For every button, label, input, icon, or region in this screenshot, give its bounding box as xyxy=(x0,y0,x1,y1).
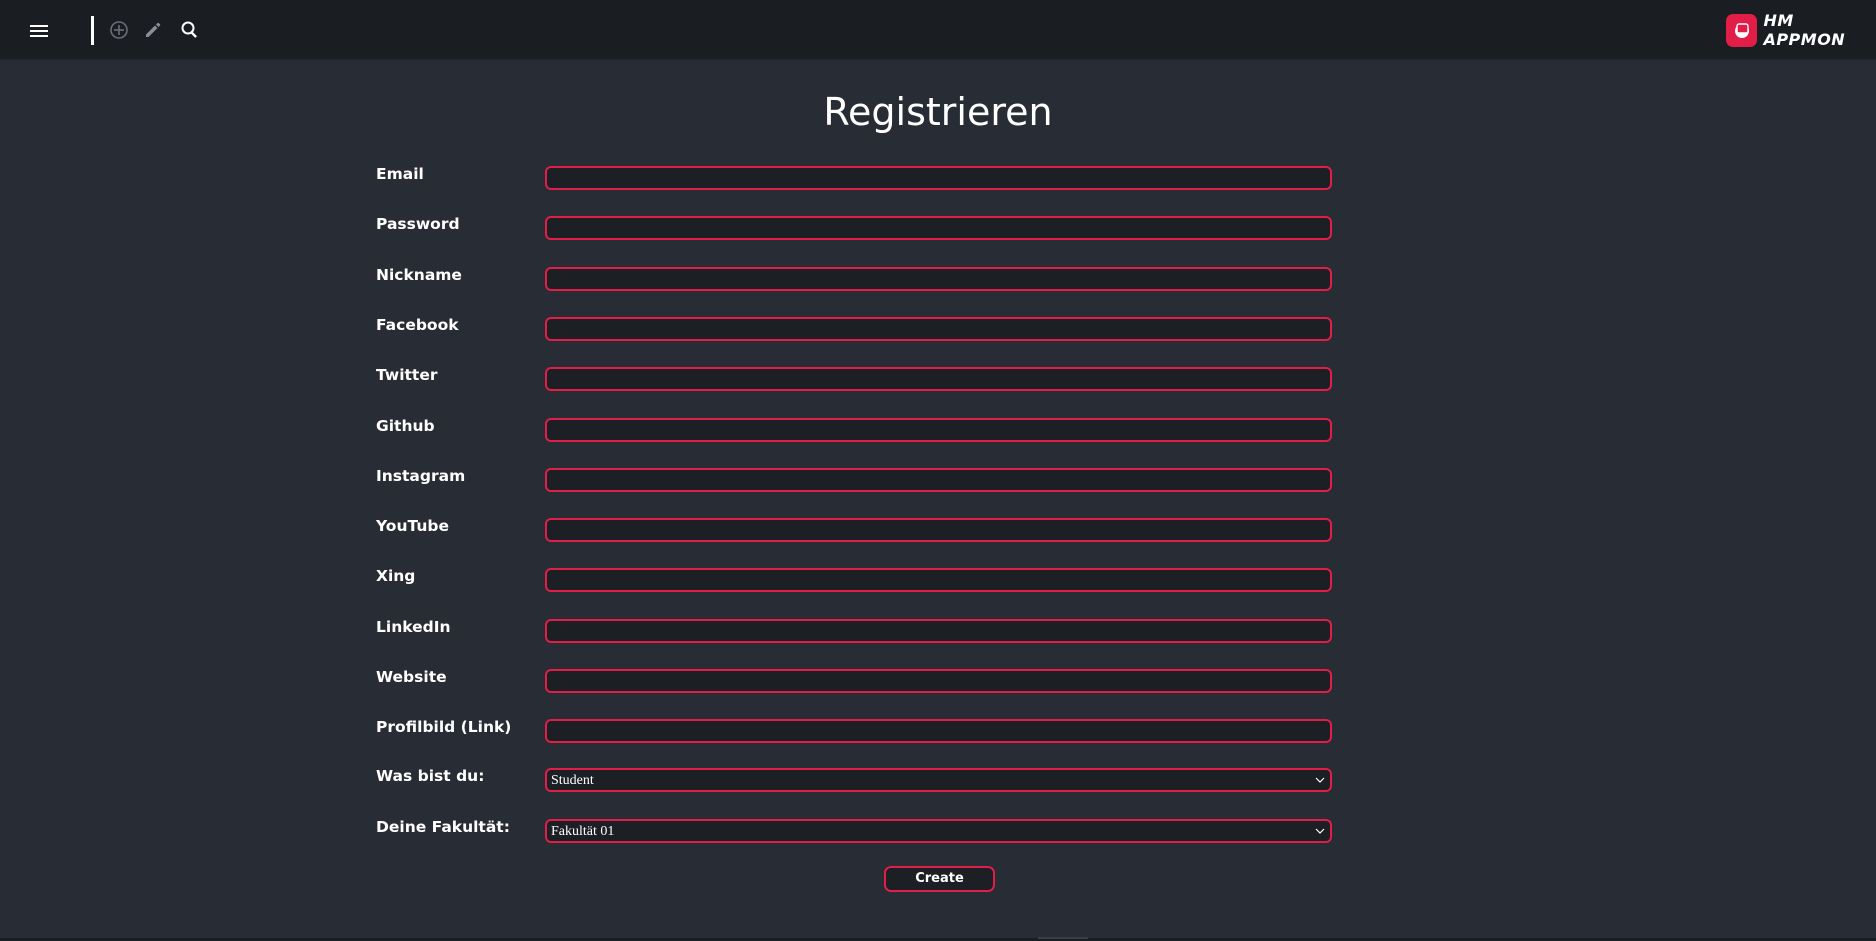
field-row-instagram: Instagram xyxy=(376,466,1336,496)
field-label-linkedin: LinkedIn xyxy=(376,618,451,636)
field-label-github: Github xyxy=(376,417,435,435)
menu-icon[interactable] xyxy=(24,16,54,46)
faculty-label: Deine Fakultät: xyxy=(376,818,510,836)
field-row-twitter: Twitter xyxy=(376,365,1336,395)
field-row-profilbild-link: Profilbild (Link) xyxy=(376,717,1336,747)
role-selected-value: Student xyxy=(551,773,594,788)
faculty-row: Deine Fakultät: Fakultät 01 xyxy=(376,817,1336,847)
github-input[interactable] xyxy=(545,418,1332,442)
website-input[interactable] xyxy=(545,669,1332,693)
password-input[interactable] xyxy=(545,216,1332,240)
field-row-email: Email xyxy=(376,164,1336,194)
chevron-down-icon xyxy=(1315,828,1325,834)
youtube-input[interactable] xyxy=(545,518,1332,542)
field-label-youtube: YouTube xyxy=(376,517,449,535)
field-label-instagram: Instagram xyxy=(376,467,466,485)
chevron-down-icon xyxy=(1315,777,1325,783)
field-label-email: Email xyxy=(376,165,424,183)
field-label-facebook: Facebook xyxy=(376,316,459,334)
field-label-password: Password xyxy=(376,215,460,233)
scroll-indicator xyxy=(1038,937,1088,939)
search-icon[interactable] xyxy=(176,16,204,44)
profilbild-link-input[interactable] xyxy=(545,719,1332,743)
page-title: Registrieren xyxy=(823,90,1053,134)
linkedin-input[interactable] xyxy=(545,619,1332,643)
role-row: Was bist du: Student xyxy=(376,766,1336,796)
top-app-bar: HM APPMON xyxy=(0,0,1876,60)
field-label-xing: Xing xyxy=(376,567,416,585)
role-label: Was bist du: xyxy=(376,767,485,785)
brand-name: HM APPMON xyxy=(1763,11,1846,49)
app-logo-icon xyxy=(1726,13,1758,47)
brand[interactable]: HM APPMON xyxy=(1726,11,1876,49)
field-row-youtube: YouTube xyxy=(376,516,1336,546)
field-row-xing: Xing xyxy=(376,566,1336,596)
faculty-selected-value: Fakultät 01 xyxy=(551,824,615,839)
field-label-nickname: Nickname xyxy=(376,266,462,284)
field-row-github: Github xyxy=(376,416,1336,446)
field-label-twitter: Twitter xyxy=(376,366,438,384)
xing-input[interactable] xyxy=(545,568,1332,592)
email-input[interactable] xyxy=(545,166,1332,190)
create-button[interactable]: Create xyxy=(884,866,995,892)
field-row-nickname: Nickname xyxy=(376,265,1336,295)
role-select[interactable]: Student xyxy=(545,768,1332,792)
nickname-input[interactable] xyxy=(545,267,1332,291)
twitter-input[interactable] xyxy=(545,367,1332,391)
instagram-input[interactable] xyxy=(545,468,1332,492)
faculty-select[interactable]: Fakultät 01 xyxy=(545,819,1332,843)
facebook-input[interactable] xyxy=(545,317,1332,341)
pencil-icon[interactable] xyxy=(140,16,166,44)
field-row-password: Password xyxy=(376,214,1336,244)
field-row-website: Website xyxy=(376,667,1336,697)
toolbar-divider xyxy=(91,16,94,45)
add-circle-icon[interactable] xyxy=(106,16,132,44)
field-label-website: Website xyxy=(376,668,447,686)
field-row-facebook: Facebook xyxy=(376,315,1336,345)
field-row-linkedin: LinkedIn xyxy=(376,617,1336,647)
field-label-profilbild-link: Profilbild (Link) xyxy=(376,718,512,736)
